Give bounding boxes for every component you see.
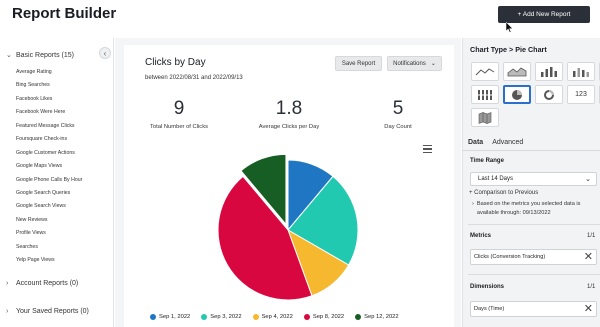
time-range-label: Time Range bbox=[470, 158, 504, 164]
map-icon[interactable] bbox=[471, 108, 499, 127]
number-icon[interactable]: 123 bbox=[567, 85, 595, 104]
dimensions-count: 1/1 bbox=[587, 284, 596, 290]
dimensions-label: Dimensions bbox=[470, 284, 505, 290]
legend-label: Sep 8, 2022 bbox=[312, 314, 345, 320]
legend-label: Sep 3, 2022 bbox=[210, 314, 242, 320]
legend-label: Sep 1, 2022 bbox=[159, 314, 191, 320]
comparison-to-previous-link[interactable]: + Comparison to Previous bbox=[469, 190, 538, 196]
metrics-label: Metrics bbox=[470, 233, 492, 239]
legend-swatch bbox=[150, 314, 156, 320]
chevron-right-icon: › bbox=[472, 201, 474, 207]
time-range-value: Last 14 Days bbox=[478, 176, 514, 182]
legend-item[interactable]: Sep 8, 2022 bbox=[303, 314, 345, 320]
pie-chart-icon[interactable] bbox=[503, 85, 531, 104]
close-icon[interactable]: ✕ bbox=[584, 303, 593, 315]
metric-chip[interactable]: Clicks (Conversion Tracking) ✕ bbox=[470, 249, 597, 265]
legend-label: Sep 12, 2022 bbox=[364, 314, 399, 320]
panel-tabs: Data Advanced bbox=[468, 139, 523, 146]
line-chart-icon[interactable] bbox=[471, 62, 499, 81]
chart-legend: Sep 1, 2022 Sep 3, 2022 Sep 4, 2022 Sep 8, … bbox=[150, 314, 399, 320]
dimension-chip-label: Days (Time) bbox=[474, 306, 505, 312]
column-chart-icon[interactable] bbox=[471, 85, 499, 104]
legend-label: Sep 4, 2022 bbox=[261, 314, 293, 320]
legend-swatch bbox=[355, 314, 362, 320]
area-chart-icon[interactable] bbox=[503, 62, 531, 81]
chevron-down-icon: ⌄ bbox=[585, 176, 591, 183]
legend-swatch bbox=[252, 314, 259, 320]
close-icon[interactable]: ✕ bbox=[584, 251, 593, 263]
chart-type-title: Chart Type > Pie Chart bbox=[470, 45, 547, 54]
legend-item[interactable]: Sep 1, 2022 bbox=[150, 314, 190, 320]
metrics-count: 1/1 bbox=[587, 233, 596, 239]
legend-item[interactable]: Sep 12, 2022 bbox=[355, 314, 399, 320]
section-divider bbox=[468, 224, 600, 225]
data-availability-text: Based on the metrics you selected data i… bbox=[476, 201, 581, 216]
legend-swatch bbox=[303, 314, 310, 320]
chart-type-grid: 123 bbox=[471, 62, 600, 127]
tab-advanced[interactable]: Advanced bbox=[492, 139, 523, 146]
dimension-chip[interactable]: Days (Time) ✕ bbox=[470, 301, 597, 317]
donut-chart-icon[interactable] bbox=[535, 85, 563, 104]
data-availability-note: › Based on the metrics you selected data… bbox=[472, 200, 592, 217]
tabs-divider bbox=[462, 150, 600, 151]
bar-chart-icon[interactable] bbox=[535, 62, 563, 81]
tab-data[interactable]: Data bbox=[468, 139, 483, 146]
legend-item[interactable]: Sep 3, 2022 bbox=[201, 314, 242, 320]
legend-swatch bbox=[201, 314, 208, 320]
stacked-bar-icon[interactable] bbox=[567, 62, 595, 81]
time-range-select[interactable]: Last 14 Days ⌄ bbox=[470, 172, 597, 186]
section-divider bbox=[468, 274, 600, 275]
metric-chip-label: Clicks (Conversion Tracking) bbox=[474, 254, 546, 260]
legend-item[interactable]: Sep 4, 2022 bbox=[252, 314, 293, 320]
